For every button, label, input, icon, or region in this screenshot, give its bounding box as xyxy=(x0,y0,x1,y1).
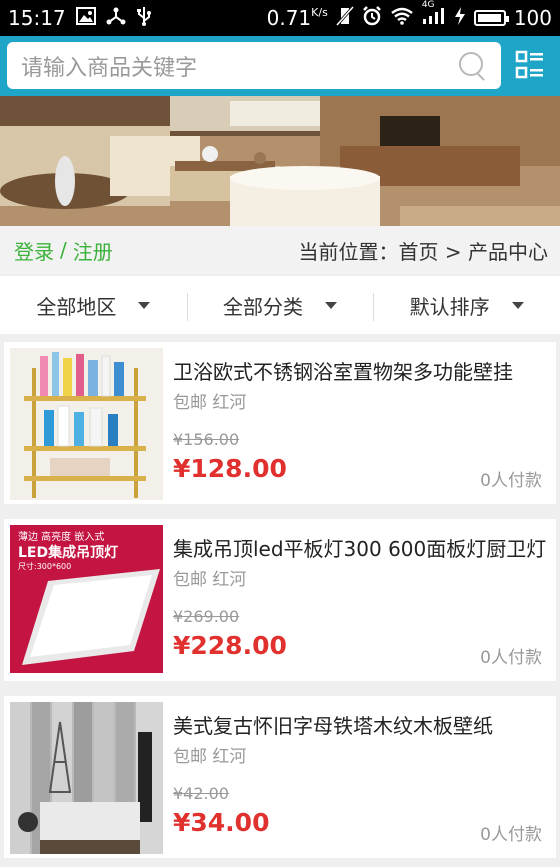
speed-unit: K/s xyxy=(311,6,328,19)
product-old-price: ¥269.00 xyxy=(173,607,240,626)
battery-icon xyxy=(473,10,509,26)
search-input[interactable]: 请输入商品关键字 xyxy=(21,50,459,82)
alarm-icon xyxy=(362,6,382,30)
breadcrumb: 当前位置：首页 > 产品中心 xyxy=(298,239,548,264)
product-title[interactable]: 卫浴欧式不锈钢浴室置物架多功能壁挂 xyxy=(173,356,548,385)
product-old-price: ¥42.00 xyxy=(173,784,229,803)
filter-bar: 全部地区 全部分类 默认排序 xyxy=(0,276,560,334)
filter-category[interactable]: 全部分类 xyxy=(186,276,374,334)
image-text-2: LED集成吊顶灯 xyxy=(18,544,118,561)
login-link[interactable]: 登录 xyxy=(14,236,54,265)
product-sold-count: 0人付款 xyxy=(480,471,542,491)
image-text-1: 薄边 高亮度 嵌入式 xyxy=(18,530,104,543)
filter-region-label: 全部地区 xyxy=(36,294,117,319)
product-image[interactable]: 薄边 高亮度 嵌入式 LED集成吊顶灯 尺寸:300*600 xyxy=(10,525,163,677)
chevron-down-icon xyxy=(511,301,524,309)
chevron-down-icon xyxy=(138,301,151,309)
product-tag: 包邮 红河 xyxy=(173,747,247,767)
product-sold-count: 0人付款 xyxy=(480,648,542,668)
image-text-3: 尺寸:300*600 xyxy=(18,561,71,571)
signal-icon: 4G xyxy=(422,1,446,29)
search-box[interactable]: 请输入商品关键字 xyxy=(7,42,501,89)
product-title[interactable]: 美式复古怀旧字母铁塔木纹木板壁纸 xyxy=(173,710,548,739)
product-price: ¥34.00 xyxy=(173,808,270,837)
chevron-down-icon xyxy=(325,301,337,309)
product-image[interactable] xyxy=(10,702,163,854)
product-image[interactable] xyxy=(10,348,163,500)
vibrate-off-icon xyxy=(335,6,354,30)
header: 请输入商品关键字 xyxy=(0,36,560,96)
category-menu-icon[interactable] xyxy=(515,50,545,80)
product-old-price: ¥156.00 xyxy=(173,430,240,449)
register-link[interactable]: 注册 xyxy=(73,236,113,265)
banner-image[interactable] xyxy=(0,96,560,226)
wifi-icon xyxy=(390,7,414,29)
product-sold-count: 0人付款 xyxy=(480,825,542,845)
login-separator: / xyxy=(60,238,67,262)
product-title[interactable]: 集成吊顶led平板灯300 600面板灯厨卫灯 xyxy=(173,533,548,562)
filter-category-label: 全部分类 xyxy=(223,294,303,319)
product-item[interactable]: 薄边 高亮度 嵌入式 LED集成吊顶灯 尺寸:300*600 集成吊顶led平板… xyxy=(4,519,556,681)
share-icon xyxy=(106,7,126,29)
battery-percent: 100 xyxy=(513,6,552,30)
product-price: ¥128.00 xyxy=(173,454,287,483)
breadcrumb-bar: 登录 / 注册 当前位置：首页 > 产品中心 xyxy=(0,226,560,274)
filter-region[interactable]: 全部地区 xyxy=(0,276,187,334)
product-item[interactable]: 美式复古怀旧字母铁塔木纹木板壁纸 包邮 红河 ¥42.00 ¥34.00 0人付… xyxy=(4,696,556,858)
image-icon xyxy=(75,7,96,29)
charging-icon xyxy=(454,6,466,30)
product-tag: 包邮 红河 xyxy=(173,570,247,590)
usb-icon xyxy=(136,6,152,30)
clock: 15:17 xyxy=(8,6,66,30)
product-tag: 包邮 红河 xyxy=(173,393,247,413)
filter-sort-label: 默认排序 xyxy=(409,294,490,319)
product-item[interactable]: 卫浴欧式不锈钢浴室置物架多功能壁挂 包邮 红河 ¥156.00 ¥128.00 … xyxy=(4,342,556,504)
search-icon[interactable] xyxy=(459,51,487,80)
battery-level xyxy=(477,14,501,22)
product-price: ¥228.00 xyxy=(173,631,287,660)
status-bar: 15:17 0.71K/s 4G 100 xyxy=(0,0,560,36)
filter-sort[interactable]: 默认排序 xyxy=(373,276,560,334)
network-speed: 0.71K/s xyxy=(266,6,328,30)
